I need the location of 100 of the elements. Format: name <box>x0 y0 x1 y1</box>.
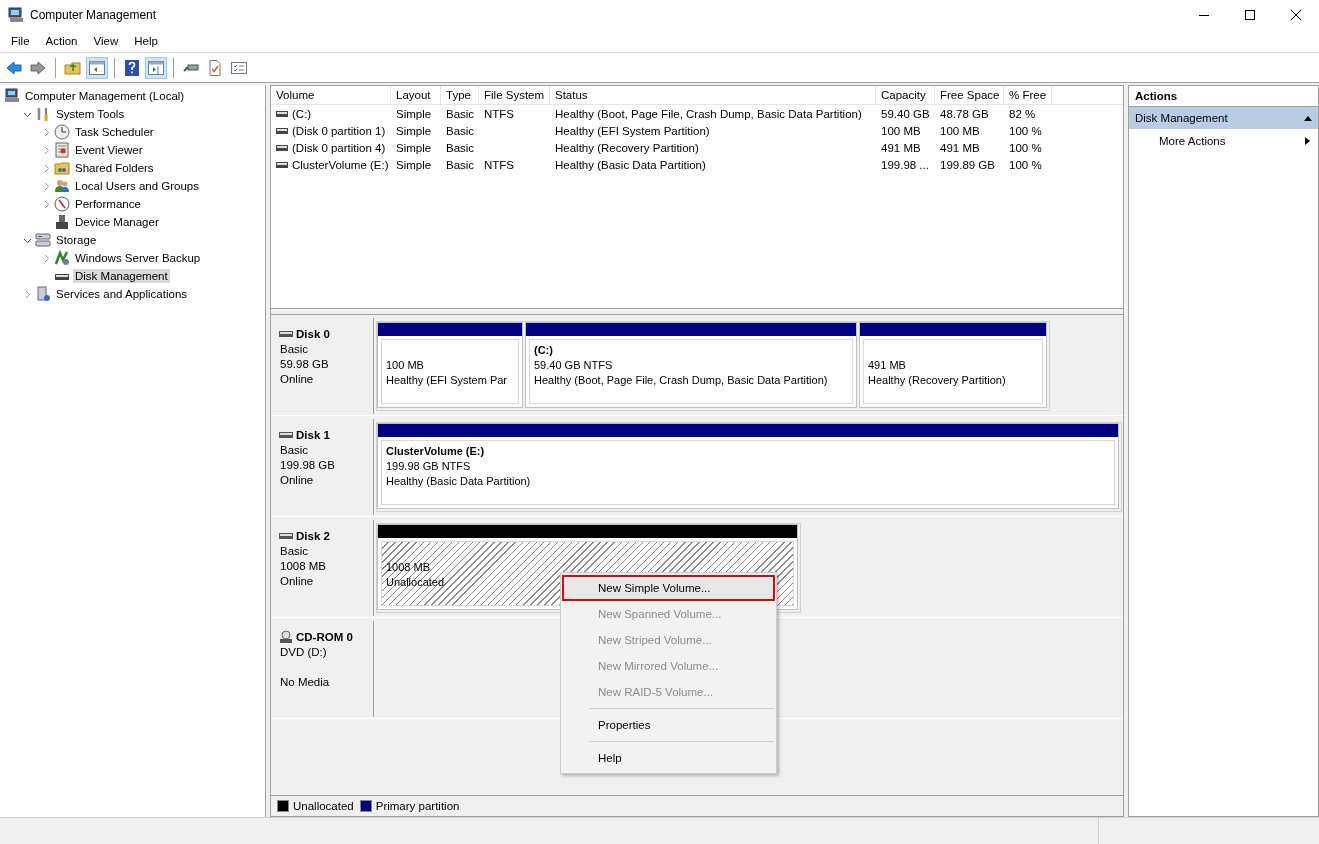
disk-status: Online <box>280 473 315 488</box>
expand-chevron-icon[interactable] <box>42 145 51 155</box>
cd-drive-icon <box>279 630 293 644</box>
panel-button[interactable] <box>86 56 108 79</box>
table-cell-text: 199.98 ... <box>880 158 930 171</box>
tree-item[interactable]: Device Manager <box>73 215 161 229</box>
action-link[interactable]: More Actions <box>1159 135 1226 147</box>
table-cell-text: Basic <box>445 107 476 120</box>
disk-drive-icon <box>276 160 288 169</box>
actions-section-header[interactable]: Disk Management <box>1129 107 1318 129</box>
menu-item[interactable]: Help <box>562 745 775 771</box>
legend-label: Primary partition <box>375 800 460 812</box>
table-cell-text: 100 % <box>1008 158 1043 171</box>
partition-size: 59.40 GB NTFS <box>534 358 613 373</box>
expand-chevron-icon[interactable] <box>42 127 51 137</box>
disk-name: Disk 0 <box>296 328 330 340</box>
partition-size: 491 MB <box>868 358 906 373</box>
table-cell-text: NTFS <box>483 158 516 171</box>
table-cell-text: Healthy (EFI System Partition) <box>554 124 711 137</box>
back-arrow-icon <box>5 58 23 77</box>
tree-item[interactable]: Event Viewer <box>73 143 145 157</box>
column-header[interactable]: Volume <box>271 86 391 104</box>
volume-name: (C:) <box>534 343 553 358</box>
disk-drive-icon <box>276 109 288 118</box>
column-header[interactable]: % Free <box>1004 86 1052 104</box>
table-cell-text: 100 % <box>1008 141 1043 154</box>
table-cell-text: Basic <box>445 124 476 137</box>
device-icon <box>54 214 70 230</box>
disk-name: CD-ROM 0 <box>296 631 353 643</box>
menu-item[interactable]: View <box>85 35 127 47</box>
table-cell: (Disk 0 partition 4) <box>292 141 386 154</box>
partition-block[interactable]: ClusterVolume (E:) 199.98 GB NTFS Healthy (Basic Data Partition) <box>377 423 1119 509</box>
expand-chevron-icon[interactable] <box>42 181 51 191</box>
table-cell-text: 199.89 GB <box>939 158 996 171</box>
forward-arrow-icon <box>29 58 47 77</box>
shared-folder-icon <box>54 160 70 176</box>
partition-status: Healthy (Recovery Partition) <box>868 373 1006 388</box>
menu-item[interactable]: Properties <box>562 712 775 738</box>
tree-item[interactable]: Storage <box>54 233 99 247</box>
tree-item[interactable]: Shared Folders <box>73 161 156 175</box>
disk-size: 59.98 GB <box>280 357 330 372</box>
maximize-icon <box>1245 10 1255 20</box>
services-icon <box>35 286 51 302</box>
column-header[interactable]: File System <box>479 86 550 104</box>
column-header[interactable]: Capacity <box>876 86 935 104</box>
menu-item[interactable]: Action <box>37 35 86 47</box>
column-header[interactable]: Status <box>550 86 876 104</box>
disk-drive-icon <box>279 331 293 337</box>
tree-item[interactable]: Windows Server Backup <box>73 251 203 265</box>
expand-chevron-icon[interactable] <box>42 253 51 263</box>
expand-chevron-icon[interactable] <box>42 199 51 209</box>
section-title: Disk Management <box>1135 112 1228 124</box>
tree-item[interactable]: Performance <box>73 197 143 211</box>
computer-icon <box>8 7 24 23</box>
table-cell-text: NTFS <box>483 107 516 120</box>
column-header[interactable]: Type <box>441 86 479 104</box>
table-cell-text: Simple <box>395 158 433 171</box>
table-cell-text: Healthy (Boot, Page File, Crash Dump, Basic Data Partition) <box>554 107 863 120</box>
panel-button[interactable] <box>145 56 167 79</box>
partition-status: Healthy (Basic Data Partition) <box>386 474 531 489</box>
table-cell-text: 100 % <box>1008 124 1043 137</box>
partition-block[interactable]: (C:) 59.40 GB NTFS Healthy (Boot, Page File, Crash Dump, Basic Data Partition) <box>525 322 857 408</box>
storage-icon <box>35 232 51 248</box>
volume-name: ClusterVolume (E:) <box>386 444 485 459</box>
tree-item[interactable]: Computer Management (Local) <box>23 89 187 103</box>
tree-item[interactable]: Disk Management <box>73 269 170 283</box>
log-icon <box>54 142 70 158</box>
partition-block[interactable]: 491 MB Healthy (Recovery Partition) <box>859 322 1047 408</box>
partition-status: Healthy (EFI System Par <box>386 373 508 388</box>
panel-icon <box>147 58 165 77</box>
tools-icon <box>35 106 51 122</box>
checklist-icon <box>206 58 224 77</box>
tree-item[interactable]: Task Scheduler <box>73 125 156 139</box>
expand-chevron-icon[interactable] <box>23 289 32 299</box>
menu-item[interactable]: New Simple Volume... <box>562 575 775 601</box>
menu-item[interactable]: File <box>3 35 38 47</box>
close-icon <box>1291 10 1301 20</box>
table-cell: (Disk 0 partition 1) <box>292 124 386 137</box>
table-cell-text: 491 MB <box>939 141 981 154</box>
tree-item[interactable]: Services and Applications <box>54 287 190 301</box>
column-header[interactable]: Free Space <box>935 86 1004 104</box>
disk-type: DVD (D:) <box>280 645 328 660</box>
expand-chevron-icon[interactable] <box>42 163 51 173</box>
backup-icon <box>54 250 70 266</box>
disk-status: Online <box>280 574 315 589</box>
column-header[interactable]: Layout <box>391 86 441 104</box>
table-cell-text: Healthy (Basic Data Partition) <box>554 158 707 171</box>
partition-status: Healthy (Boot, Page File, Crash Dump, Basic Data Partition) <box>534 373 828 388</box>
menu-item[interactable]: Help <box>126 35 166 47</box>
window-title: Computer Management <box>30 8 158 22</box>
partition-status: Unallocated <box>386 575 445 590</box>
table-cell-text: 59.40 GB <box>880 107 931 120</box>
table-cell-text: 100 MB <box>880 124 922 137</box>
tree-item[interactable]: System Tools <box>54 107 127 121</box>
gauge-icon <box>54 196 70 212</box>
submenu-arrow-icon <box>1305 137 1310 145</box>
tree-item[interactable]: Local Users and Groups <box>73 179 201 193</box>
table-cell-text: Simple <box>395 107 433 120</box>
partition-block[interactable]: 100 MB Healthy (EFI System Par <box>377 322 523 408</box>
table-cell-text: Basic <box>445 141 476 154</box>
